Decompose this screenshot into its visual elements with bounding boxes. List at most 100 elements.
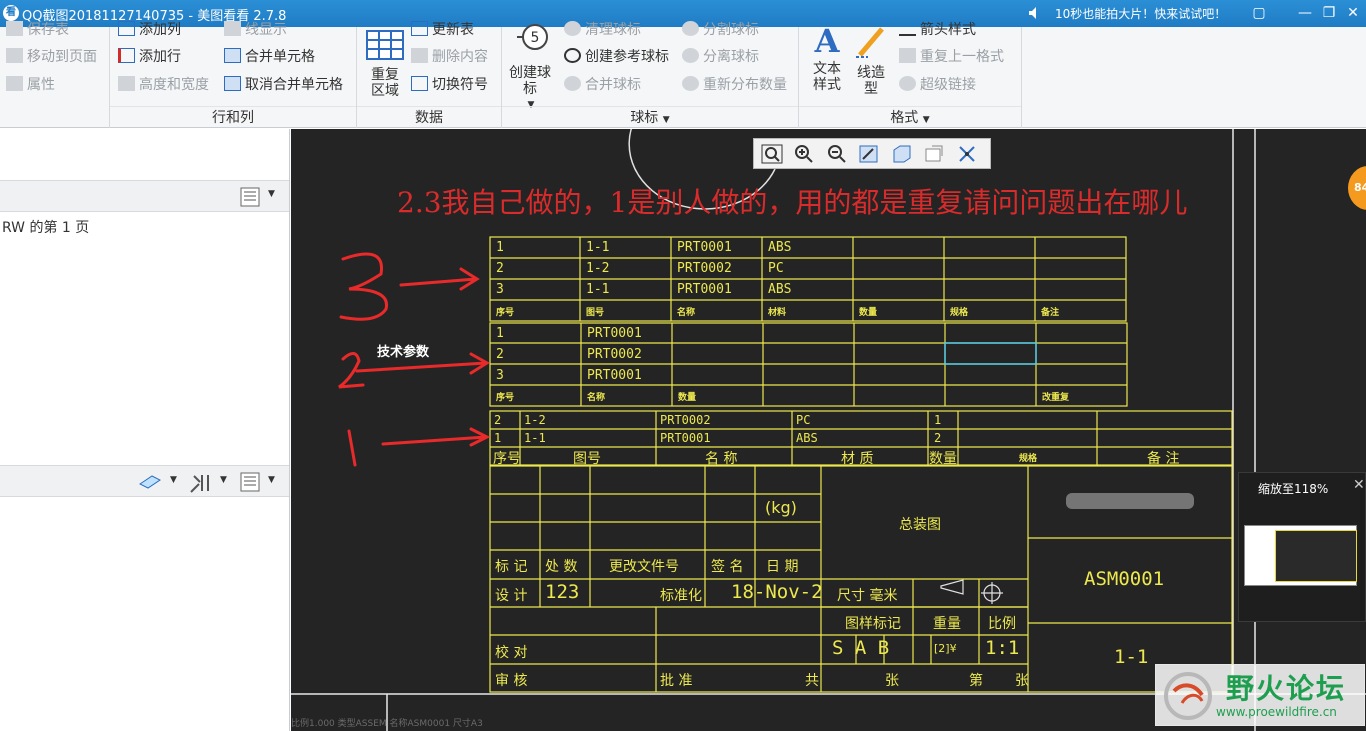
- table-header: 序号: [496, 308, 515, 318]
- dropdown-arrow-icon[interactable]: ▼: [220, 475, 227, 485]
- assembly-label: 总装图: [899, 517, 941, 533]
- table-cell: 2: [934, 431, 942, 445]
- datum-display-icon[interactable]: [956, 143, 980, 165]
- navigator-viewport[interactable]: [1275, 530, 1357, 582]
- move-to-page-button[interactable]: 移动到页面: [6, 46, 97, 68]
- tools-icon[interactable]: [188, 472, 212, 494]
- table-cell: PRT0001: [660, 431, 711, 445]
- tb-sheet-no: 第: [969, 673, 983, 689]
- tech-params-note: 技术参数: [377, 345, 430, 360]
- shading-icon[interactable]: [890, 143, 914, 165]
- ribbon-group-table: 保存表 移动到页面 属性: [0, 21, 110, 128]
- repaint-icon[interactable]: [857, 143, 881, 165]
- zoom-label: 缩放至118%: [1258, 482, 1329, 496]
- update-tables-button[interactable]: 更新表: [411, 19, 474, 41]
- move-page-icon: [6, 48, 23, 63]
- dropdown-arrow-icon[interactable]: ▼: [170, 475, 177, 485]
- zoom-fit-icon[interactable]: [760, 143, 784, 165]
- watermark-title: 野火论坛: [1226, 672, 1347, 705]
- hyperlink-icon: [899, 76, 916, 91]
- minimize-button[interactable]: —: [1296, 4, 1314, 22]
- create-ref-balloon-button[interactable]: 创建参考球标: [564, 46, 669, 68]
- height-width-button[interactable]: 高度和宽度: [118, 74, 209, 96]
- table-cell: 3: [496, 282, 504, 297]
- redistribute-qty-button[interactable]: 重新分布数量: [682, 74, 787, 96]
- layer-icon[interactable]: [138, 474, 162, 492]
- create-balloon-button[interactable]: 5 创建球标 ▼: [508, 23, 554, 113]
- zoom-out-icon[interactable]: [825, 143, 849, 165]
- text-style-button[interactable]: A 文本样式: [809, 23, 845, 93]
- table-cell: PRT0001: [677, 282, 732, 297]
- unmerge-cells-icon: [224, 76, 241, 91]
- annotation-display-icon[interactable]: [922, 143, 946, 165]
- dropdown-arrow-icon[interactable]: ▼: [268, 189, 275, 199]
- drawing-canvas[interactable]: 2.3我自己做的，1是别人做的，用的都是重复请问问题出在哪儿 技术参数 1 1-…: [291, 129, 1366, 731]
- tb-check: 校 对: [495, 645, 528, 661]
- table-cell: PC: [768, 261, 784, 276]
- properties-icon: [6, 76, 23, 91]
- close-button[interactable]: ✕: [1344, 4, 1362, 22]
- table-cell: PRT0001: [587, 368, 642, 383]
- line-style-button[interactable]: 线造型: [853, 23, 889, 97]
- repeat-region-button[interactable]: 重复区域: [365, 29, 405, 99]
- tb-design: 设 计: [495, 588, 528, 604]
- unmerge-cells-button[interactable]: 取消合并单元格: [224, 74, 343, 96]
- group-label-format[interactable]: 格式 ▼: [799, 106, 1021, 128]
- speaker-icon[interactable]: [1026, 4, 1044, 22]
- merge-balloon-button[interactable]: 合并球标: [564, 74, 641, 96]
- group-label-balloon[interactable]: 球标 ▼: [502, 106, 798, 128]
- navigator-thumbnail[interactable]: [1244, 525, 1357, 586]
- dropdown-arrow-icon[interactable]: ▼: [268, 475, 275, 485]
- add-column-button[interactable]: 添加列: [118, 19, 181, 41]
- table-header: 图号: [573, 451, 601, 467]
- table-cell: PRT0001: [587, 326, 642, 341]
- watermark: 野火论坛 www.proewildfire.cn: [1155, 664, 1365, 726]
- ribbon: 保存表 移动到页面 属性 添加列 添加行 高度和宽度 线显示 合并单元格 取消合…: [0, 21, 1366, 128]
- zoom-in-icon[interactable]: [792, 143, 816, 165]
- save-table-button[interactable]: 保存表: [6, 19, 69, 41]
- detach-balloon-button[interactable]: 分离球标: [682, 46, 759, 68]
- add-row-button[interactable]: 添加行: [118, 46, 181, 68]
- list-settings-icon[interactable]: [240, 187, 260, 207]
- restore-button[interactable]: ❐: [1320, 4, 1338, 22]
- switch-symbol-icon: [411, 76, 428, 91]
- zoom-close-icon[interactable]: ✕: [1353, 477, 1365, 493]
- ref-balloon-icon: [564, 48, 581, 63]
- tb-marks: 标 记: [495, 559, 528, 575]
- split-balloon-button[interactable]: 分割球标: [682, 19, 759, 41]
- repeat-format-button[interactable]: 重复上一格式: [899, 46, 1004, 68]
- balloon-icon: 5: [517, 24, 548, 50]
- list-settings-icon[interactable]: [240, 472, 260, 492]
- hyperlink-button[interactable]: 超级链接: [899, 74, 976, 96]
- tb-size-unit: 尺寸 毫米: [837, 588, 898, 604]
- split-balloon-icon: [682, 21, 699, 36]
- table-header: 名称: [677, 308, 696, 318]
- table-header: 规格: [950, 308, 969, 318]
- forum-logo-icon: [1164, 672, 1212, 720]
- table-header: 备注: [1041, 308, 1060, 318]
- redistribute-icon: [682, 76, 699, 91]
- table-cell: 1-1: [586, 282, 610, 297]
- promo-link[interactable]: 10秒也能拍大片！快来试试吧！: [1055, 5, 1226, 22]
- page-label: RW 的第 1 页: [2, 220, 90, 236]
- table-cell: 1-1: [524, 431, 546, 445]
- tb-sheets: 张: [885, 673, 899, 689]
- arrow-style-button[interactable]: 箭头样式: [899, 19, 976, 41]
- table-cell: PRT0002: [587, 347, 642, 362]
- fullscreen-button[interactable]: ▢: [1250, 4, 1268, 22]
- tb-sab: S A B: [832, 637, 890, 659]
- properties-button[interactable]: 属性: [6, 74, 55, 96]
- merge-cells-button[interactable]: 合并单元格: [224, 46, 315, 68]
- tb-scale-value: 1:1: [985, 637, 1020, 659]
- table-cell: 1: [496, 326, 504, 341]
- table-cell: 1-2: [586, 261, 610, 276]
- tb-approve: 批 准: [660, 673, 693, 689]
- line-display-button[interactable]: 线显示: [224, 19, 287, 41]
- merge-balloon-icon: [564, 76, 581, 91]
- table-cell: PRT0001: [677, 240, 732, 255]
- clean-balloon-button[interactable]: 清理球标: [564, 19, 641, 41]
- delete-content-button[interactable]: 删除内容: [411, 46, 488, 68]
- group-label-rows-cols: 行和列: [110, 106, 356, 128]
- tb-date-value: 18-Nov-2: [731, 581, 823, 603]
- switch-symbol-button[interactable]: 切换符号: [411, 74, 488, 96]
